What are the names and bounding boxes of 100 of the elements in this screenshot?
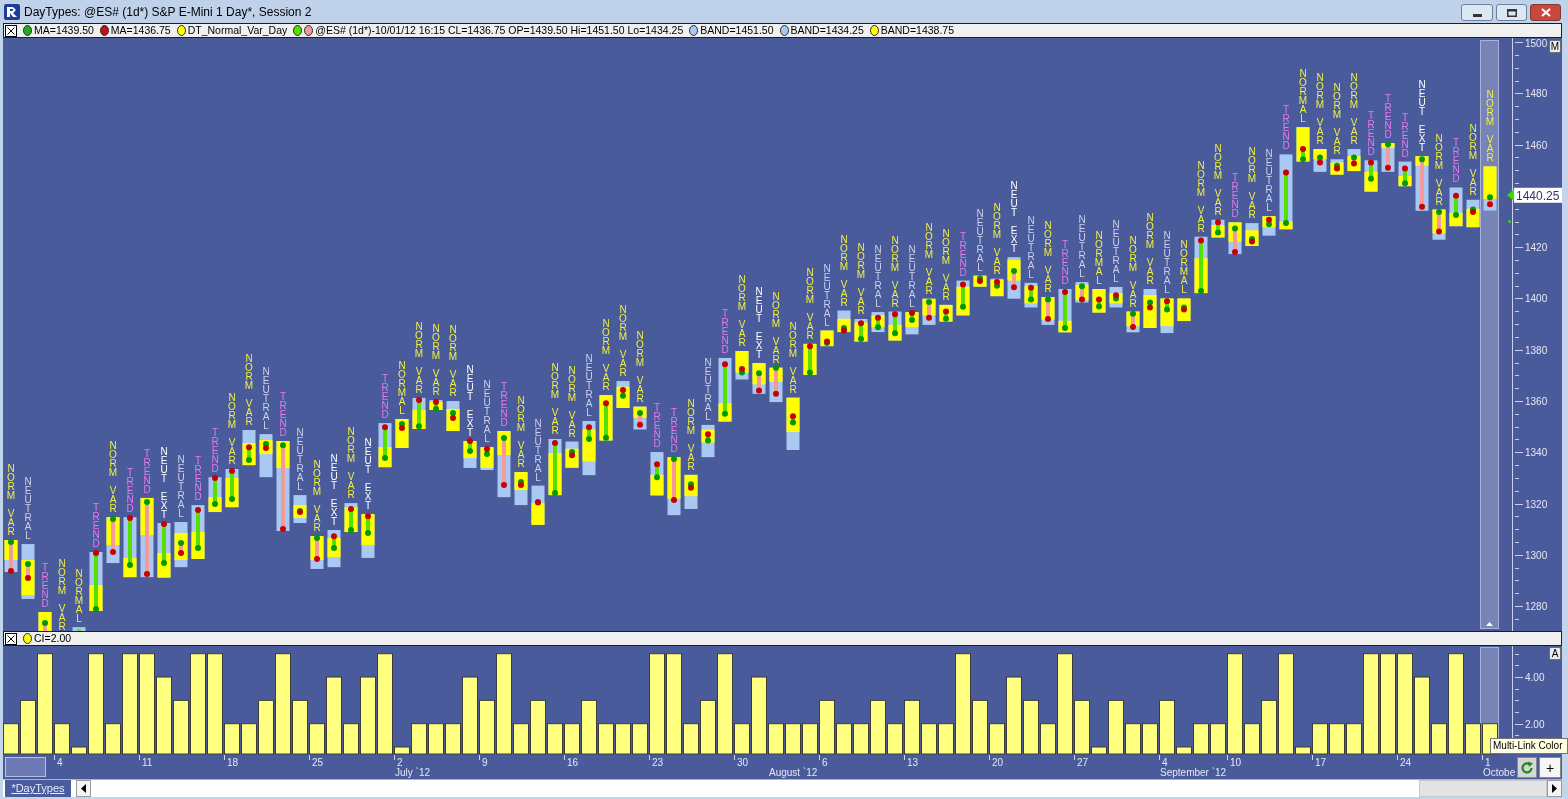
day-type-label: NORM VAR	[550, 361, 560, 436]
ci-bar	[615, 723, 631, 755]
day-type-label: TREND	[143, 447, 151, 495]
close-button[interactable]	[5, 24, 17, 37]
date-label: 10	[1230, 757, 1242, 768]
date-label: 2	[397, 757, 403, 768]
date-label: 24	[1400, 757, 1412, 768]
date-label: 9	[482, 757, 488, 768]
day-type-label: NORM VAR	[856, 242, 866, 316]
ci-bar	[785, 723, 801, 755]
axis-label: 1460	[1525, 139, 1548, 151]
scroll-left-button[interactable]	[76, 780, 91, 797]
day-type-label: NEUTRAL	[483, 379, 491, 445]
scroll-right-button[interactable]	[1547, 780, 1562, 797]
day-type-label: NORM VAR	[737, 274, 747, 349]
date-label: 30	[737, 757, 749, 768]
day-type-label: NEUTRAL	[262, 366, 270, 432]
triangle-left-icon	[81, 784, 86, 793]
day-type-label: TREND	[194, 455, 202, 503]
day-type-label: TREND	[211, 427, 219, 475]
close-icon	[7, 634, 15, 643]
day-type-label: TREND	[1452, 137, 1460, 185]
add-button[interactable]: +	[1539, 757, 1561, 778]
legend-text: BAND=1434.25	[790, 25, 864, 36]
date-label: 23	[652, 757, 664, 768]
day-type-label: NORM VAR	[1468, 122, 1478, 197]
date-label: 11	[142, 757, 153, 768]
ci-bar	[428, 723, 444, 755]
day-type-label: NEUTRAL	[823, 262, 831, 328]
day-type-label: NORMAL	[1298, 68, 1308, 125]
day-type-label: TREND	[1282, 104, 1290, 152]
day-type-label: NORM VAR	[346, 426, 356, 501]
maximize-icon	[1506, 8, 1517, 17]
axis-scale-button[interactable]: A	[1549, 647, 1561, 660]
day-type-label: NEUT EXT	[330, 453, 338, 527]
day-type-label: NORM VAR	[1485, 89, 1495, 164]
day-type-label: NORM VAR	[431, 323, 441, 397]
refresh-button[interactable]	[1517, 757, 1537, 778]
axis-label: 1420	[1525, 242, 1548, 254]
date-label: 18	[227, 757, 239, 768]
triangle-right-icon	[1552, 784, 1557, 793]
day-type-label: NORM VAR	[601, 318, 611, 393]
axis-label: 1320	[1525, 498, 1548, 510]
scroll-thumb[interactable]	[5, 757, 46, 777]
day-type-label: TREND	[41, 562, 49, 610]
day-type-label: NORM VAR	[1128, 234, 1138, 309]
day-type-label: TREND	[1367, 110, 1375, 158]
minimize-button[interactable]	[1461, 4, 1493, 21]
day-type-label: NORM VAR	[57, 558, 67, 631]
ci-bar	[1329, 723, 1345, 755]
day-type-label: NORM VAR	[108, 440, 118, 515]
date-label: 25	[312, 757, 324, 768]
date-label: 20	[992, 757, 1004, 768]
day-type-label: NORM VAR	[890, 234, 900, 309]
day-type-label: NEUTRAL	[704, 356, 712, 422]
maximize-button[interactable]	[1496, 4, 1527, 21]
axis-label: 2.00	[1525, 718, 1545, 730]
close-button[interactable]	[5, 632, 17, 645]
day-type-label: NEUTRAL	[1163, 230, 1171, 296]
date-label: 16	[567, 757, 579, 768]
close-button[interactable]	[1530, 4, 1561, 21]
axis-scale-button[interactable]: M	[1549, 40, 1561, 53]
day-type-label: NORM VAR	[244, 353, 254, 427]
day-type-label: TREND	[92, 502, 100, 550]
day-type-label: NEUT EXT	[466, 364, 474, 438]
day-type-label: NEUT EXT	[755, 286, 763, 361]
date-label: 4	[57, 757, 63, 768]
day-type-label: TREND	[279, 391, 287, 438]
day-type-label: NORM VAR	[1332, 82, 1342, 157]
day-type-label: NEUTRAL	[1027, 214, 1035, 280]
month-label: August `12	[769, 767, 818, 778]
date-label: 4	[1162, 757, 1168, 768]
day-type-label: NEUTRAL	[585, 353, 593, 419]
minimize-icon	[1472, 13, 1482, 17]
day-type-label: NORM VAR	[516, 395, 526, 470]
tooltip: Multi-Link Color	[1490, 738, 1568, 754]
refresh-icon	[1520, 760, 1534, 775]
day-type-label: NORM VAR	[805, 266, 815, 341]
axis-label: 1480	[1525, 88, 1548, 100]
day-type-label: NORM VAR	[618, 304, 628, 379]
day-type-label: NEUT EXT	[364, 437, 372, 512]
day-type-label: NORM VAR	[6, 463, 16, 537]
app-logo-icon	[4, 3, 20, 20]
day-type-label: NORM VAR	[567, 364, 577, 439]
date-label: 27	[1077, 757, 1089, 768]
day-type-label: NORM VAR	[1196, 159, 1206, 234]
date-label: 6	[822, 757, 828, 768]
triangle-icon	[1486, 622, 1493, 626]
scrollbar-thumb[interactable]	[1419, 780, 1547, 797]
legend-text: MA=1439.50	[34, 25, 94, 36]
day-type-label: TREND	[1384, 93, 1392, 141]
day-type-label: NORM VAR	[312, 459, 322, 534]
day-type-label: NORMAL	[1094, 230, 1104, 286]
day-type-label: NEUTRAL	[1265, 148, 1273, 214]
tab[interactable]: *DayTypes	[5, 780, 71, 797]
date-label: 17	[1315, 757, 1327, 768]
day-type-label: NORM VAR	[227, 391, 237, 466]
day-type-label: NORM VAR	[992, 201, 1002, 276]
day-type-label: TREND	[1401, 111, 1409, 159]
axis-label: 1380	[1525, 344, 1548, 356]
